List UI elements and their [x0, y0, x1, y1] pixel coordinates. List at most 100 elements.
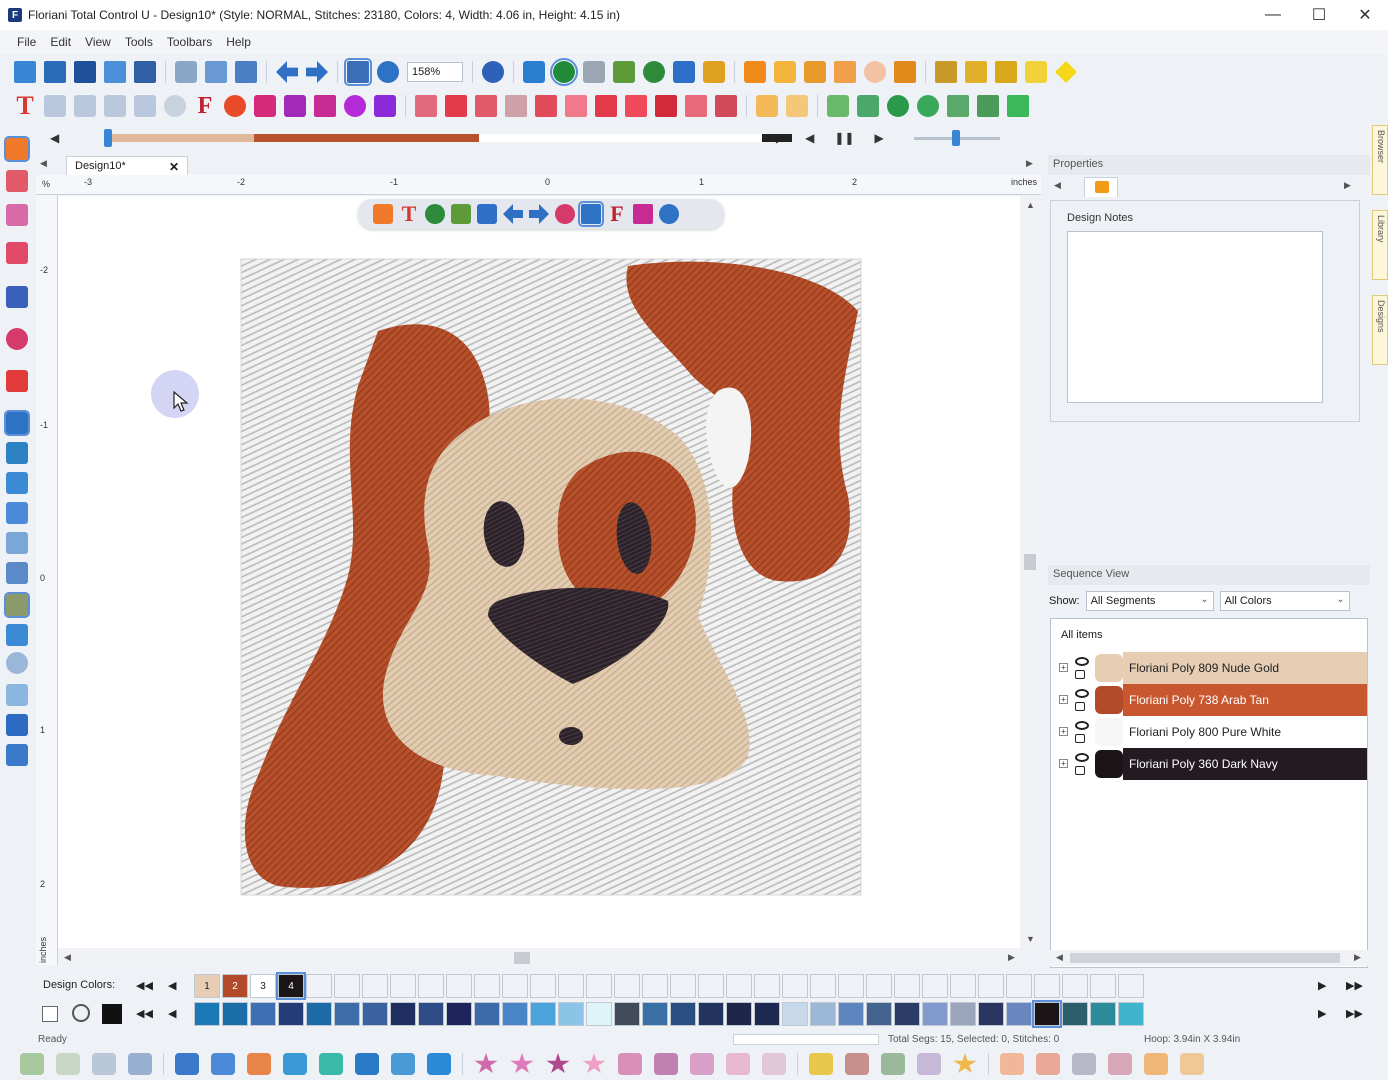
- select-arrow-icon[interactable]: [373, 204, 393, 224]
- empty-color-slot[interactable]: [614, 974, 640, 998]
- undo-icon[interactable]: [503, 204, 523, 224]
- view-3d-icon[interactable]: [578, 201, 604, 227]
- stitch-player-icon[interactable]: [550, 58, 578, 86]
- palette-color-swatch[interactable]: [502, 1002, 528, 1026]
- stamp-icon[interactable]: [6, 714, 28, 736]
- gold-star-icon[interactable]: [953, 1053, 977, 1074]
- palette-color-swatch[interactable]: [446, 1002, 472, 1026]
- empty-color-slot[interactable]: [922, 974, 948, 998]
- texture-icon[interactable]: [809, 1053, 833, 1075]
- save-all-icon[interactable]: [104, 61, 126, 83]
- palette-color-swatch[interactable]: [306, 1002, 332, 1026]
- empty-color-slot[interactable]: [502, 974, 528, 998]
- visibility-eye-icon[interactable]: [1075, 721, 1089, 730]
- mirror-horizontal-icon[interactable]: [827, 95, 849, 117]
- lasso-icon[interactable]: [864, 61, 886, 83]
- burst-icon[interactable]: [254, 95, 276, 117]
- reshape-icon[interactable]: [6, 286, 28, 308]
- empty-color-slot[interactable]: [726, 974, 752, 998]
- empty-color-slot[interactable]: [978, 974, 1004, 998]
- pattern-icon[interactable]: [845, 1053, 869, 1075]
- menu-view[interactable]: View: [78, 35, 118, 49]
- pen-icon[interactable]: [6, 442, 28, 464]
- select-arrow-icon[interactable]: [4, 136, 30, 162]
- expand-icon[interactable]: +: [1059, 759, 1068, 768]
- grid-icon[interactable]: [6, 502, 28, 524]
- vertical-scroll-thumb[interactable]: [1024, 554, 1036, 570]
- sequence-list[interactable]: All items + Floriani Poly 809 Nude Gold …: [1050, 618, 1368, 968]
- stitch-slider-thumb[interactable]: [104, 129, 113, 147]
- transform-2-icon[interactable]: [715, 95, 737, 117]
- menu-file[interactable]: File: [10, 35, 43, 49]
- expand-icon[interactable]: +: [1059, 727, 1068, 736]
- share-icon[interactable]: [523, 61, 545, 83]
- sequence-item[interactable]: + Floriani Poly 809 Nude Gold: [1059, 652, 1367, 684]
- save-design-icon[interactable]: [633, 204, 653, 224]
- select-box-icon[interactable]: [834, 61, 856, 83]
- empty-color-slot[interactable]: [1006, 974, 1032, 998]
- diamond-icon[interactable]: [1055, 61, 1077, 83]
- lock-icon[interactable]: [894, 61, 916, 83]
- rotate-left-icon[interactable]: [887, 95, 909, 117]
- tab-designs[interactable]: Designs: [1372, 295, 1388, 365]
- undo-icon[interactable]: [276, 61, 298, 83]
- zigzag-stitch-icon[interactable]: [690, 1053, 714, 1075]
- maximize-button[interactable]: ☐: [1296, 0, 1342, 30]
- expand-icon[interactable]: +: [1059, 663, 1068, 672]
- edit-pencil-icon[interactable]: [995, 61, 1017, 83]
- design-color-swatch[interactable]: 2: [222, 974, 248, 998]
- tabs-left-arrow-icon[interactable]: ◀: [40, 158, 47, 169]
- print-preview-icon[interactable]: [965, 61, 987, 83]
- lock-icon[interactable]: [1075, 670, 1085, 679]
- scroll-down-icon[interactable]: ▼: [1026, 934, 1035, 944]
- break-apart-icon[interactable]: [595, 95, 617, 117]
- resize-icon[interactable]: [1007, 95, 1029, 117]
- design-color-swatch[interactable]: 1: [194, 974, 220, 998]
- open-folder-icon[interactable]: [44, 61, 66, 83]
- sequence-item[interactable]: + Floriani Poly 738 Arab Tan: [1059, 684, 1367, 716]
- design-notes-textarea[interactable]: [1067, 231, 1323, 403]
- empty-color-slot[interactable]: [586, 974, 612, 998]
- font-tool-icon[interactable]: F: [194, 94, 216, 118]
- applique-frame-icon[interactable]: [1000, 1053, 1024, 1075]
- empty-color-slot[interactable]: [474, 974, 500, 998]
- empty-color-slot[interactable]: [810, 974, 836, 998]
- font-tool-icon[interactable]: F: [607, 203, 627, 225]
- color-fill-icon[interactable]: [673, 61, 695, 83]
- mesh-icon[interactable]: [917, 1053, 941, 1075]
- globe-icon[interactable]: [425, 204, 445, 224]
- embroidery-design[interactable]: [58, 196, 1020, 948]
- mirror-vertical-icon[interactable]: [857, 95, 879, 117]
- transform-icon[interactable]: [685, 95, 707, 117]
- hoop-icon[interactable]: [935, 61, 957, 83]
- palette-color-swatch[interactable]: [194, 1002, 220, 1026]
- colors-filter-select[interactable]: All Colors ⌄: [1219, 591, 1350, 611]
- empty-color-slot[interactable]: [558, 974, 584, 998]
- palette-color-swatch[interactable]: [1062, 1002, 1088, 1026]
- color-replace-icon[interactable]: [703, 61, 725, 83]
- empty-color-slot[interactable]: [1090, 974, 1116, 998]
- empty-color-slot[interactable]: [306, 974, 332, 998]
- empty-color-slot[interactable]: [1034, 974, 1060, 998]
- floriani-logo-icon[interactable]: [482, 61, 504, 83]
- scroll-left-icon[interactable]: ◀: [64, 952, 71, 963]
- segments-filter-select[interactable]: All Segments ⌄: [1085, 591, 1214, 611]
- node-select-icon[interactable]: [6, 170, 28, 192]
- lock-icon[interactable]: [1075, 702, 1085, 711]
- copy-icon[interactable]: [205, 61, 227, 83]
- sequence-item[interactable]: + Floriani Poly 360 Dark Navy: [1059, 748, 1367, 780]
- design-color-swatch[interactable]: 4: [276, 972, 306, 1000]
- menu-toolbars[interactable]: Toolbars: [160, 35, 219, 49]
- empty-color-slot[interactable]: [838, 974, 864, 998]
- menu-tools[interactable]: Tools: [118, 35, 160, 49]
- wave-fill-icon[interactable]: [355, 1053, 379, 1075]
- canvas-vertical-scrollbar[interactable]: ▲ ▼: [1020, 196, 1040, 948]
- tab-library[interactable]: Library: [1372, 210, 1388, 280]
- scroll-right-icon[interactable]: ▶: [1008, 952, 1015, 963]
- empty-color-slot[interactable]: [1062, 974, 1088, 998]
- contour-fill-icon[interactable]: [427, 1053, 451, 1075]
- star-2-icon[interactable]: [510, 1053, 534, 1074]
- bean-stitch-icon[interactable]: [56, 1053, 80, 1075]
- cut-icon[interactable]: [175, 61, 197, 83]
- palette-color-swatch[interactable]: [1118, 1002, 1144, 1026]
